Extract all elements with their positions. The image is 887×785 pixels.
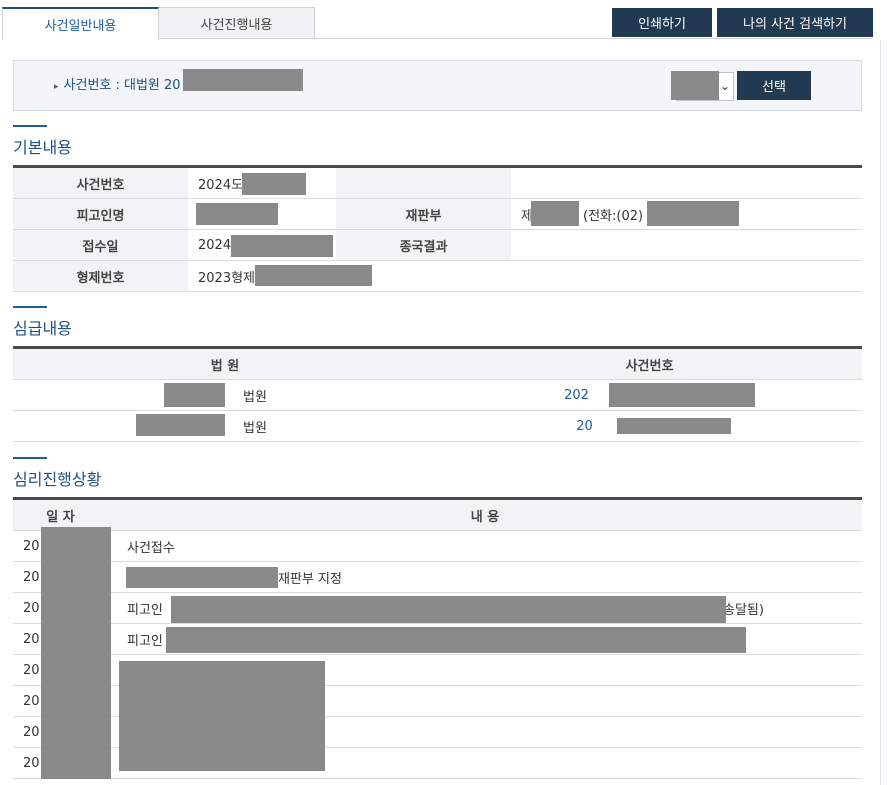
progress-date: 20	[23, 693, 40, 709]
choose-button[interactable]: 선택	[737, 71, 811, 100]
tab-case-progress[interactable]: 사건진행내용	[159, 7, 315, 39]
tab-bar: 사건일반내용 사건진행내용 인쇄하기 나의 사건 검색하기	[0, 0, 887, 40]
redaction-case-number	[183, 69, 303, 91]
section-marker	[13, 306, 47, 308]
table-row: 형제번호 2023형제	[13, 261, 862, 292]
scrollbar-track[interactable]	[880, 40, 887, 785]
redaction	[609, 383, 755, 407]
header-tribunal: 재판부	[336, 199, 511, 229]
progress-content: 피고인	[127, 633, 163, 649]
case-number-text: 사건번호 : 대법원 20	[63, 78, 181, 93]
section-marker	[13, 125, 47, 127]
progress-content: 재판부 지정	[278, 571, 342, 587]
value-empty	[521, 168, 851, 198]
header-empty	[336, 168, 511, 198]
progress-date: 20	[23, 631, 40, 647]
table-header-row: 일 자 내 용	[13, 500, 862, 531]
redaction	[126, 567, 278, 588]
progress-date: 20	[23, 724, 40, 740]
header-case-number: 사건번호	[625, 358, 674, 374]
progress-date: 20	[23, 600, 40, 616]
redaction	[231, 235, 333, 257]
table-header-row: 법 원 사건번호	[13, 349, 862, 380]
tab-case-general[interactable]: 사건일반내용	[2, 7, 159, 40]
table-row: 접수일 2024. 종국결과	[13, 230, 862, 261]
case-selector-box: ▸ 사건번호 : 대법원 20 ⌄ 선택	[13, 60, 862, 111]
header-date: 일 자	[46, 509, 75, 525]
section-marker	[13, 457, 47, 459]
redaction	[166, 627, 746, 653]
value-final-result	[521, 230, 851, 260]
redaction	[136, 414, 225, 436]
court-name: 법원	[243, 389, 267, 405]
table-row: 20 사건접수	[13, 531, 862, 562]
section-title-basic: 기본내용	[13, 138, 72, 157]
redaction	[171, 596, 726, 623]
progress-date: 20	[23, 538, 40, 554]
print-button[interactable]: 인쇄하기	[612, 8, 712, 37]
tab-divider	[159, 38, 873, 39]
progress-date: 20	[23, 662, 40, 678]
redaction	[242, 173, 306, 195]
table-row: 사건번호 2024도	[13, 168, 862, 199]
header-case-number: 사건번호	[13, 168, 188, 198]
redaction-select-value	[671, 71, 719, 100]
redaction	[255, 265, 372, 286]
progress-date: 20	[23, 569, 40, 585]
header-court: 법 원	[210, 358, 240, 374]
redaction-dates	[41, 527, 111, 779]
chevron-down-icon: ⌄	[719, 79, 730, 93]
section-title-progress: 심리진행상황	[13, 470, 102, 489]
progress-content: 피고인	[127, 602, 163, 618]
section-title-lower-court: 심급내용	[13, 319, 72, 338]
header-content: 내 용	[470, 509, 500, 525]
progress-content: 사건접수	[127, 540, 175, 556]
case-number-label: ▸ 사건번호 : 대법원 20	[54, 74, 181, 93]
header-defendant: 피고인명	[13, 199, 188, 229]
redaction	[164, 383, 225, 407]
bullet-icon: ▸	[54, 82, 59, 92]
redaction	[196, 203, 278, 225]
header-final-result: 종국결과	[336, 230, 511, 260]
court-name: 법원	[243, 420, 267, 436]
redaction	[617, 418, 731, 434]
progress-date: 20	[23, 755, 40, 771]
header-receipt-date: 접수일	[13, 230, 188, 260]
my-case-search-button[interactable]: 나의 사건 검색하기	[717, 8, 873, 37]
header-prosecution-number: 형제번호	[13, 261, 188, 291]
redaction	[647, 201, 739, 226]
progress-content-tail: 송달됨)	[723, 602, 764, 618]
redaction	[119, 661, 325, 771]
redaction	[531, 201, 579, 226]
